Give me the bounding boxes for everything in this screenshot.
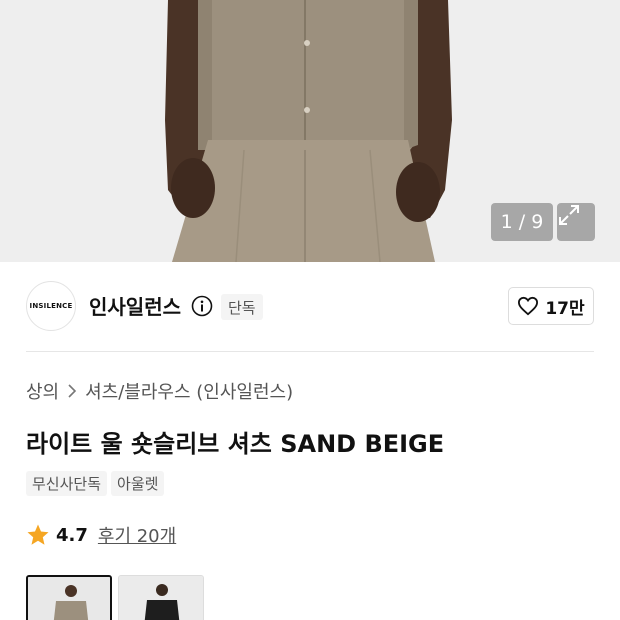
thumbnail-1[interactable] (26, 575, 112, 620)
tag-exclusive: 무신사단독 (26, 471, 108, 496)
rating-value: 4.7 (56, 524, 88, 546)
image-counter: 1 / 9 (491, 203, 553, 241)
thumbnail-image (119, 576, 203, 620)
review-link[interactable]: 후기 20개 (98, 522, 176, 548)
rating: 4.7 후기 20개 (26, 522, 176, 548)
tag-outlet: 아울렛 (111, 471, 165, 496)
breadcrumb-level1[interactable]: 상의 (26, 378, 59, 404)
brand-name[interactable]: 인사일런스 (89, 291, 181, 320)
like-button[interactable]: 17만 (508, 287, 594, 325)
product-tags: 무신사단독 아울렛 (26, 471, 165, 496)
image-counter-text: 1 / 9 (500, 211, 544, 233)
chevron-right-icon (68, 384, 77, 398)
thumbnail-image (28, 577, 110, 620)
breadcrumb-level2[interactable]: 셔츠/블라우스 (인사일런스) (85, 378, 293, 404)
brand-logo-text: INSILENCE (29, 302, 73, 310)
star-icon (27, 524, 49, 545)
info-icon[interactable] (191, 295, 213, 317)
heart-outline-icon (518, 296, 539, 316)
thumbnail-2[interactable] (118, 575, 204, 620)
exclusive-badge-text: 단독 (228, 298, 256, 317)
breadcrumb: 상의 셔츠/블라우스 (인사일런스) (26, 378, 293, 404)
brand-logo[interactable]: INSILENCE (26, 281, 76, 331)
divider (26, 351, 594, 352)
expand-button[interactable] (557, 203, 595, 241)
like-count: 17만 (545, 298, 585, 319)
expand-icon (559, 205, 579, 225)
exclusive-badge: 단독 (221, 294, 263, 320)
product-image-gallery[interactable]: 1 / 9 (0, 0, 620, 262)
product-title: 라이트 울 숏슬리브 셔츠 SAND BEIGE (26, 430, 445, 458)
